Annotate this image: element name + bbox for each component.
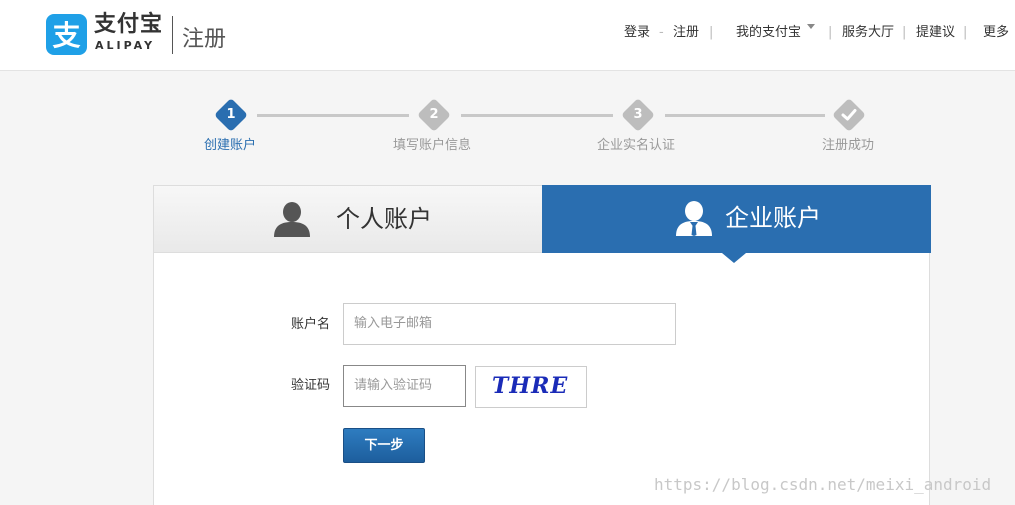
watermark-text: https://blog.csdn.net/meixi_android	[654, 475, 992, 494]
nav-separator: |	[709, 25, 714, 40]
step-2-label: 填写账户信息	[393, 138, 472, 153]
logo-english-text: ALIPAY	[95, 39, 156, 52]
my-alipay-menu[interactable]: 我的支付宝	[736, 24, 816, 42]
register-link[interactable]: 注册	[673, 24, 699, 42]
logo-divider	[172, 16, 173, 54]
step-connector	[461, 114, 613, 117]
captcha-image[interactable]: THRE	[475, 366, 587, 408]
step-3-number: 3	[633, 107, 643, 122]
step-connector	[257, 114, 409, 117]
step-connector	[665, 114, 825, 117]
step-4-label: 注册成功	[822, 138, 875, 153]
login-link[interactable]: 登录	[624, 24, 650, 42]
suggest-link[interactable]: 提建议	[916, 24, 955, 42]
nav-dot-separator: -	[659, 25, 664, 40]
more-menu[interactable]: 更多	[983, 24, 1009, 42]
more-label: 更多	[983, 25, 1010, 40]
account-name-input[interactable]: 输入电子邮箱	[343, 303, 676, 345]
logo-text: 支付宝	[94, 12, 164, 37]
captcha-label: 验证码	[291, 378, 331, 393]
selected-tab-pointer	[722, 253, 746, 263]
user-icon	[274, 202, 310, 237]
tab-personal-account[interactable]: 个人账户	[154, 186, 543, 253]
tab-company-label: 企业账户	[725, 204, 821, 232]
step-3-label: 企业实名认证	[597, 138, 676, 153]
step-1-label: 创建账户	[204, 138, 257, 153]
tab-personal-label: 个人账户	[336, 205, 432, 233]
chevron-down-icon	[807, 24, 816, 29]
my-alipay-label: 我的支付宝	[736, 25, 802, 40]
next-button[interactable]: 下一步	[343, 428, 425, 463]
captcha-image-text: THRE	[492, 373, 569, 399]
check-icon	[841, 109, 857, 121]
page-title: 注册	[182, 27, 227, 52]
account-type-card: 个人账户 企业账户 账户名 输入电子邮箱 验证码 请输入验证码 THRE 下一步	[153, 185, 931, 505]
nav-separator: |	[963, 25, 968, 40]
alipay-logo-icon[interactable]: 支	[46, 14, 87, 55]
service-hall-link[interactable]: 服务大厅	[842, 24, 894, 42]
nav-separator: |	[902, 25, 907, 40]
svg-text:支: 支	[52, 19, 80, 52]
account-name-label: 账户名	[291, 317, 331, 332]
registration-steps: 1 创建账户 2 填写账户信息 3 企业实名认证 注册成功	[0, 95, 1015, 165]
business-user-icon	[676, 201, 712, 236]
nav-separator: |	[828, 25, 833, 40]
tab-company-account[interactable]: 企业账户	[542, 185, 931, 253]
top-header: 支 支付宝 ALIPAY 注册 登录 - 注册 | 我的支付宝 | 服务大厅 |…	[0, 0, 1015, 71]
step-1-number: 1	[226, 107, 236, 122]
step-2-number: 2	[429, 107, 439, 122]
captcha-input[interactable]: 请输入验证码	[343, 365, 466, 407]
